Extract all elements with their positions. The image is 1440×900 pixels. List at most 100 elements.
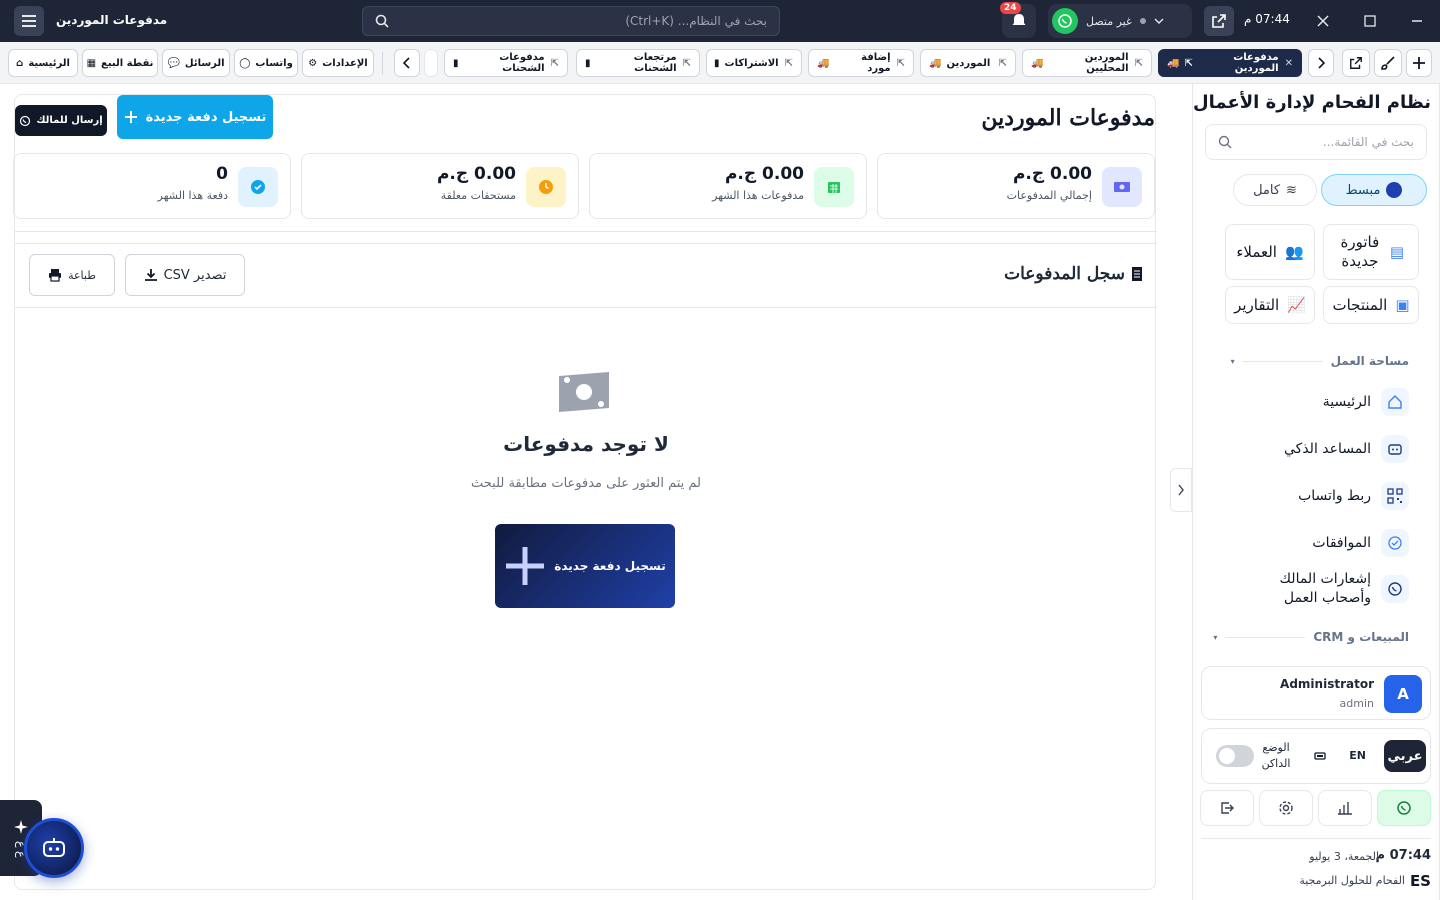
close-tab-icon[interactable]: ✕ (1285, 58, 1293, 69)
settings-action-button[interactable] (1259, 790, 1313, 826)
quick-action-reports[interactable]: 📈 التقارير (1225, 286, 1315, 324)
scroll-tabs-left-button[interactable] (394, 49, 420, 77)
language-english-button[interactable]: EN (1349, 749, 1366, 762)
tab-subscriptions[interactable]: ⇱ الاشتراكات ▮ (706, 49, 802, 77)
quick-action-customers[interactable]: 👥 العملاء (1225, 224, 1315, 280)
section-label: مساحة العمل (1330, 354, 1409, 368)
sidebar-item-whatsapp-link[interactable]: ربط واتساب (1298, 482, 1409, 510)
quick-action-new-invoice[interactable]: ▤ فاتورة جديدة (1323, 224, 1419, 280)
tab-local-suppliers[interactable]: ⇱ الموردين المحليين 🚚 (1022, 49, 1152, 77)
quick-action-products[interactable]: ▣ المنتجات (1323, 286, 1419, 324)
home-icon (1381, 388, 1409, 416)
stats-action-button[interactable] (1318, 790, 1372, 826)
app-title: نظام الفحام لإدارة الأعمال (1193, 92, 1431, 113)
quick-link-label: واتساب (255, 57, 293, 69)
close-window-icon[interactable] (1309, 15, 1337, 27)
tab-label: الموردين المحليين (1084, 52, 1129, 74)
logout-action-button[interactable] (1200, 790, 1254, 826)
mode-simple-button[interactable]: مبسط (1321, 174, 1427, 206)
printer-icon (49, 269, 62, 282)
quick-link-pos[interactable]: نقطة البيع ▦ (82, 49, 158, 77)
quick-link-settings[interactable]: الإعدادات ⚙ (302, 49, 374, 77)
gear-icon: ⚙ (308, 57, 318, 69)
bar-chart-icon (1338, 802, 1352, 815)
robot-icon (43, 838, 65, 857)
tab-shipment-payments[interactable]: ⇱ مدفوعات الشحنات ▮ (444, 49, 568, 77)
box-icon: ▣ (1395, 296, 1410, 314)
scroll-tabs-right-button[interactable] (1308, 49, 1334, 77)
ai-assistant-button[interactable] (24, 818, 84, 878)
section-workspace-header[interactable]: مساحة العمل ▾ (1231, 354, 1409, 368)
company-name: الفحام للحلول البرمجية (1299, 874, 1405, 887)
popout-button[interactable] (1342, 49, 1370, 77)
stat-value: 0.00 ج.م (1012, 164, 1092, 184)
sidebar-item-owner-notifications[interactable]: إشعارات المالك وأصحاب العمل (1231, 570, 1409, 608)
download-icon (144, 269, 157, 281)
bell-icon (1012, 14, 1026, 27)
export-csv-button[interactable]: تصدير CSV (125, 254, 245, 296)
sidebar-item-home[interactable]: الرئيسية (1323, 388, 1409, 416)
tab-label: الموردين (946, 57, 991, 69)
whatsapp-icon: ◯ (239, 57, 251, 69)
quick-link-home[interactable]: الرئيسية ⌂ (8, 49, 78, 77)
new-tab-button[interactable] (1406, 49, 1432, 77)
send-to-owner-button[interactable]: إرسال للمالك (15, 105, 107, 136)
document-icon: ▮ (714, 57, 720, 69)
quick-link-label: الرسائل (184, 57, 225, 69)
plus-icon (1413, 57, 1425, 69)
stat-month-count: 0 دفعة هذا الشهر (13, 153, 291, 219)
dark-mode-toggle[interactable] (1216, 745, 1254, 767)
external-link-icon: ⇱ (550, 57, 559, 69)
sidebar: نظام الفحام لإدارة الأعمال بحث في القائم… (1192, 84, 1440, 900)
sidebar-item-label: إشعارات المالك وأصحاب العمل (1279, 571, 1372, 606)
document-icon: ▮ (453, 57, 459, 69)
empty-state-new-payment-button[interactable]: تسجيل دفعة جديدة (495, 524, 675, 608)
whatsapp-icon (1397, 801, 1411, 815)
stat-label: دفعة هذا الشهر (157, 189, 228, 202)
tab-add-supplier[interactable]: ⇱ إضافة مورد 🚚 (808, 49, 914, 77)
hamburger-menu-button[interactable] (14, 6, 44, 36)
notifications-button[interactable]: 24 (1000, 2, 1036, 38)
divider (1201, 838, 1431, 839)
sidebar-collapse-button[interactable] (1170, 468, 1192, 512)
sidebar-item-approvals[interactable]: الموافقات (1312, 529, 1409, 557)
sidebar-search-input[interactable]: بحث في القائمة... (1205, 124, 1427, 160)
user-role: admin (1339, 697, 1374, 710)
footer-date: الجمعة، 3 يوليو (1309, 850, 1379, 863)
global-search-input[interactable]: بحث في النظام... (Ctrl+K) (362, 6, 780, 36)
compass-icon (1386, 182, 1403, 198)
quick-link-messages[interactable]: الرسائل 💬 (162, 49, 230, 77)
sparkle-icon (13, 819, 29, 835)
minimize-window-icon[interactable] (1403, 15, 1431, 27)
button-label: إرسال للمالك (36, 115, 103, 126)
new-payment-button[interactable]: تسجيل دفعة جديدة (117, 95, 273, 139)
tab-label: مدفوعات الموردين (1233, 52, 1279, 74)
brush-tool-button[interactable] (1374, 49, 1402, 77)
divider (382, 52, 383, 74)
language-arabic-button[interactable]: عربي (1384, 740, 1426, 772)
maximize-window-icon[interactable] (1356, 15, 1384, 27)
print-button[interactable]: طباعة (29, 254, 115, 296)
stat-value: 0 (216, 164, 228, 184)
quick-action-label: المنتجات (1332, 296, 1388, 314)
whatsapp-status-button[interactable]: غير متصل (1048, 4, 1192, 38)
quick-link-label: الرئيسية (28, 57, 70, 69)
tab-shipment-returns[interactable]: ⇱ مرتجعات الشحنات ▮ (576, 49, 700, 77)
chevron-right-icon (1178, 484, 1184, 496)
sidebar-item-assistant[interactable]: المساعد الذكي (1284, 435, 1409, 463)
quick-link-whatsapp[interactable]: واتساب ◯ (234, 49, 298, 77)
mode-full-button[interactable]: ≋ كامل (1233, 174, 1317, 206)
window-title: مدفوعات الموردين (56, 13, 168, 27)
open-external-button[interactable] (1204, 6, 1234, 36)
section-sales-header[interactable]: المبيعات و CRM ▾ (1213, 630, 1409, 644)
tab-supplier-payments[interactable]: ✕ مدفوعات الموردين ⇱ 🚚 (1158, 49, 1302, 77)
external-link-icon: ⇱ (896, 57, 905, 69)
chevron-left-icon (402, 57, 410, 69)
quick-link-label: الإعدادات (322, 57, 368, 69)
tab-label: مدفوعات الشحنات (499, 52, 545, 74)
whatsapp-icon (1381, 575, 1409, 603)
whatsapp-action-button[interactable] (1377, 790, 1431, 826)
moon-icon (1314, 751, 1326, 761)
tab-suppliers[interactable]: ⇱ الموردين 🚚 (920, 49, 1016, 77)
user-card[interactable]: A Administrator admin (1201, 666, 1431, 720)
